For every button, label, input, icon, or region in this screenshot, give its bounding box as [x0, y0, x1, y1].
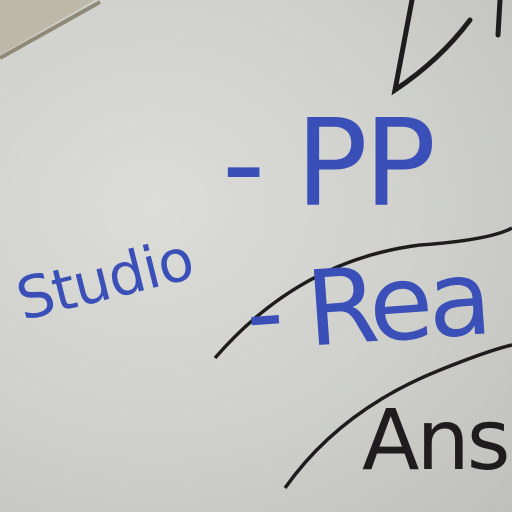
board-frame	[0, 0, 95, 55]
word-top	[391, 0, 503, 96]
word-rea: - Rea	[241, 236, 491, 375]
word-ans: Ans	[362, 391, 510, 489]
whiteboard-photo: Studio - PP - Rea Ans D	[0, 0, 512, 512]
word-pp: - PP	[222, 95, 436, 234]
